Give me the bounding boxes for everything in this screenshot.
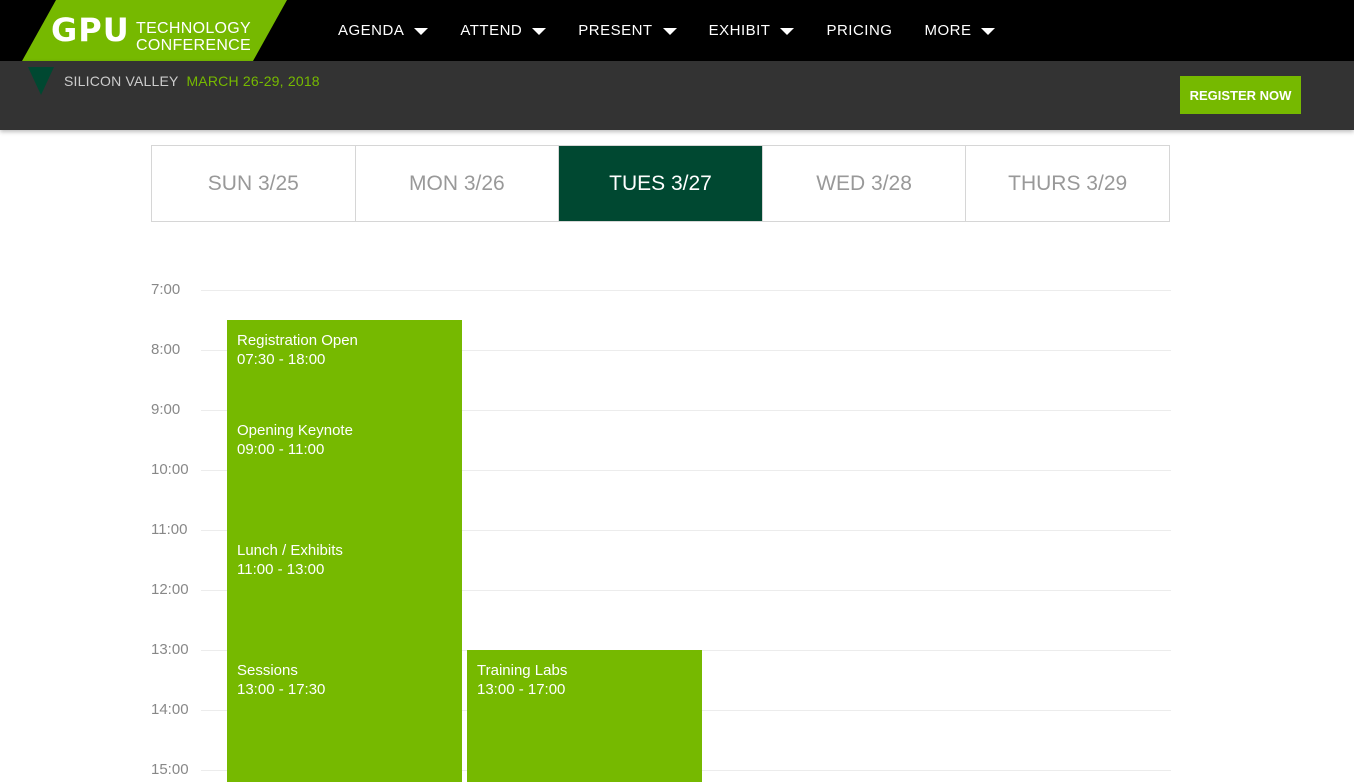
hour-label: 15:00: [151, 761, 189, 778]
hour-label: 12:00: [151, 581, 189, 598]
schedule-grid: 7:00 8:00 9:00 10:00 11:00 12:00 13:00 14:00 15:…: [0, 0, 1354, 782]
event-title: Lunch / Exhibits: [237, 542, 343, 559]
event-time: 09:00 - 11:00: [237, 441, 325, 458]
hour-gridline: [201, 290, 1171, 291]
hour-label: 10:00: [151, 461, 189, 478]
schedule-event[interactable]: Lunch / Exhibits 11:00 - 13:00: [227, 530, 462, 648]
event-title: Registration Open: [237, 332, 358, 349]
event-time: 11:00 - 13:00: [237, 561, 325, 578]
schedule-event[interactable]: Training Labs 13:00 - 17:00: [467, 650, 702, 782]
event-time: 07:30 - 18:00: [237, 351, 326, 368]
hour-label: 7:00: [151, 281, 181, 298]
schedule-event[interactable]: Sessions 13:00 - 17:30: [227, 650, 462, 782]
hour-label: 13:00: [151, 641, 189, 658]
hour-label: 8:00: [151, 341, 181, 358]
hour-label: 14:00: [151, 701, 189, 718]
schedule-event[interactable]: Opening Keynote 09:00 - 11:00: [227, 410, 462, 528]
event-title: Training Labs: [477, 662, 568, 679]
event-title: Opening Keynote: [237, 422, 353, 439]
event-time: 13:00 - 17:00: [477, 681, 566, 698]
hour-label: 11:00: [151, 521, 188, 538]
event-time: 13:00 - 17:30: [237, 681, 326, 698]
event-title: Sessions: [237, 662, 298, 679]
hour-label: 9:00: [151, 401, 181, 418]
